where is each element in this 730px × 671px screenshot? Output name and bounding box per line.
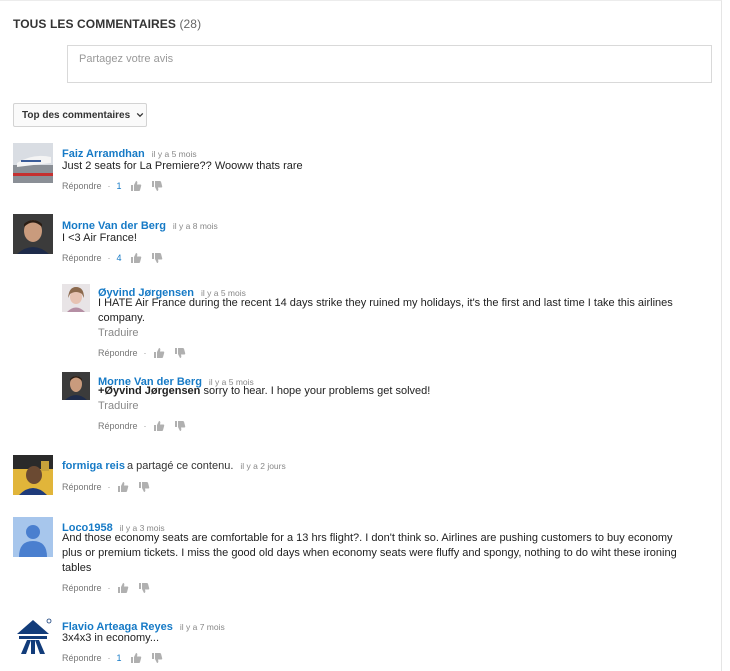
comment-actions: Répondre · 1 [62,652,172,664]
comment-time[interactable]: il y a 7 mois [180,622,225,632]
reply-button[interactable]: Répondre [62,583,102,593]
comment-author[interactable]: formiga reis [62,460,125,472]
comment-text: +Øyvind Jørgensen sorry to hear. I hope … [98,384,430,399]
comment-text-line: I HATE Air France during the recent 14 d… [98,297,673,309]
comment-text-line: tables [62,562,92,574]
share-note: a partagé ce contenu. [126,460,234,472]
avatar[interactable] [62,284,90,312]
comment-actions: Répondre · 4 [62,252,172,264]
comment-item: Faiz Arramdhan il y a 5 mois Just 2 seats… [13,143,713,193]
avatar[interactable] [62,372,90,400]
reply-button[interactable]: Répondre [62,181,102,191]
comment-text-body: sorry to hear. I hope your problems get … [200,385,431,397]
reply-item: Morne Van der Berg il y a 5 mois +Øyvind … [62,372,712,434]
comment-actions: Répondre · [62,481,159,493]
reply-item: Øyvind Jørgensen il y a 5 mois I HATE Air… [62,284,712,360]
avatar[interactable] [13,517,53,557]
translate-link[interactable]: Traduire [98,327,139,339]
comment-actions: Répondre · [98,347,195,359]
comments-title: TOUS LES COMMENTAIRES [13,17,176,31]
comment-text-line: And those economy seats are comfortable … [62,532,673,544]
reply-button[interactable]: Répondre [98,421,138,431]
thumbs-up-icon[interactable] [153,420,165,432]
separator: · [107,482,111,492]
comment-actions: Répondre · [62,582,159,594]
thumbs-up-icon[interactable] [130,652,142,664]
comment-time[interactable]: il y a 2 jours [240,461,285,471]
comment-text: 3x4x3 in economy... [62,632,160,644]
thumbs-down-icon[interactable] [151,652,163,664]
thumbs-up-icon[interactable] [153,347,165,359]
translate-link[interactable]: Traduire [98,400,139,412]
comment-text: Just 2 seats for La Premiere?? Wooww tha… [62,160,303,172]
thumbs-down-icon[interactable] [151,252,163,264]
sort-label: Top des commentaires [22,109,131,121]
avatar[interactable] [13,455,53,495]
comment-item: Morne Van der Berg il y a 8 mois I <3 Air… [13,214,713,264]
separator: · [143,421,147,431]
thumbs-down-icon[interactable] [151,180,163,192]
thumbs-down-icon[interactable] [174,420,186,432]
sort-comments-dropdown[interactable]: Top des commentaires [13,103,147,127]
comment-item: Flavio Arteaga Reyes il y a 7 mois 3x4x3 … [13,616,713,668]
share-comment-box[interactable] [67,45,712,83]
thumbs-down-icon[interactable] [138,481,150,493]
comment-item: formiga reis a partagé ce contenu. il y a … [13,455,713,497]
like-count: 4 [116,253,122,263]
like-count: 1 [116,653,122,663]
separator: · [107,583,111,593]
comment-text: And those economy seats are comfortable … [62,531,717,576]
like-count: 1 [116,181,122,191]
thumbs-up-icon[interactable] [130,180,142,192]
comment-text: I <3 Air France! [62,232,137,244]
comments-count: (28) [179,17,202,31]
comment-item: Loco1958 il y a 3 mois And those economy … [13,517,713,595]
comment-actions: Répondre · [98,420,195,432]
separator: · [107,653,111,663]
reply-button[interactable]: Répondre [62,653,102,663]
comment-text-line: company. [98,312,145,324]
comments-header: TOUS LES COMMENTAIRES (28) [13,17,201,31]
mention-link[interactable]: +Øyvind Jørgensen [98,385,200,397]
chevron-down-icon [136,111,144,119]
thumbs-down-icon[interactable] [138,582,150,594]
thumbs-up-icon[interactable] [130,252,142,264]
comment-actions: Répondre · 1 [62,180,172,192]
thumbs-up-icon[interactable] [117,481,129,493]
avatar[interactable] [13,214,53,254]
avatar[interactable] [13,143,53,183]
reply-button[interactable]: Répondre [98,348,138,358]
comment-text-line: plus or premium tickets. I miss the good… [62,547,677,559]
thumbs-down-icon[interactable] [174,347,186,359]
comment-text: I HATE Air France during the recent 14 d… [98,296,708,326]
separator: · [107,253,111,263]
reply-button[interactable]: Répondre [62,253,102,263]
reply-button[interactable]: Répondre [62,482,102,492]
comment-time[interactable]: il y a 5 mois [152,149,197,159]
avatar[interactable] [13,616,53,656]
comment-time[interactable]: il y a 8 mois [173,221,218,231]
share-comment-input[interactable] [77,52,701,66]
separator: · [107,181,111,191]
thumbs-up-icon[interactable] [117,582,129,594]
separator: · [143,348,147,358]
